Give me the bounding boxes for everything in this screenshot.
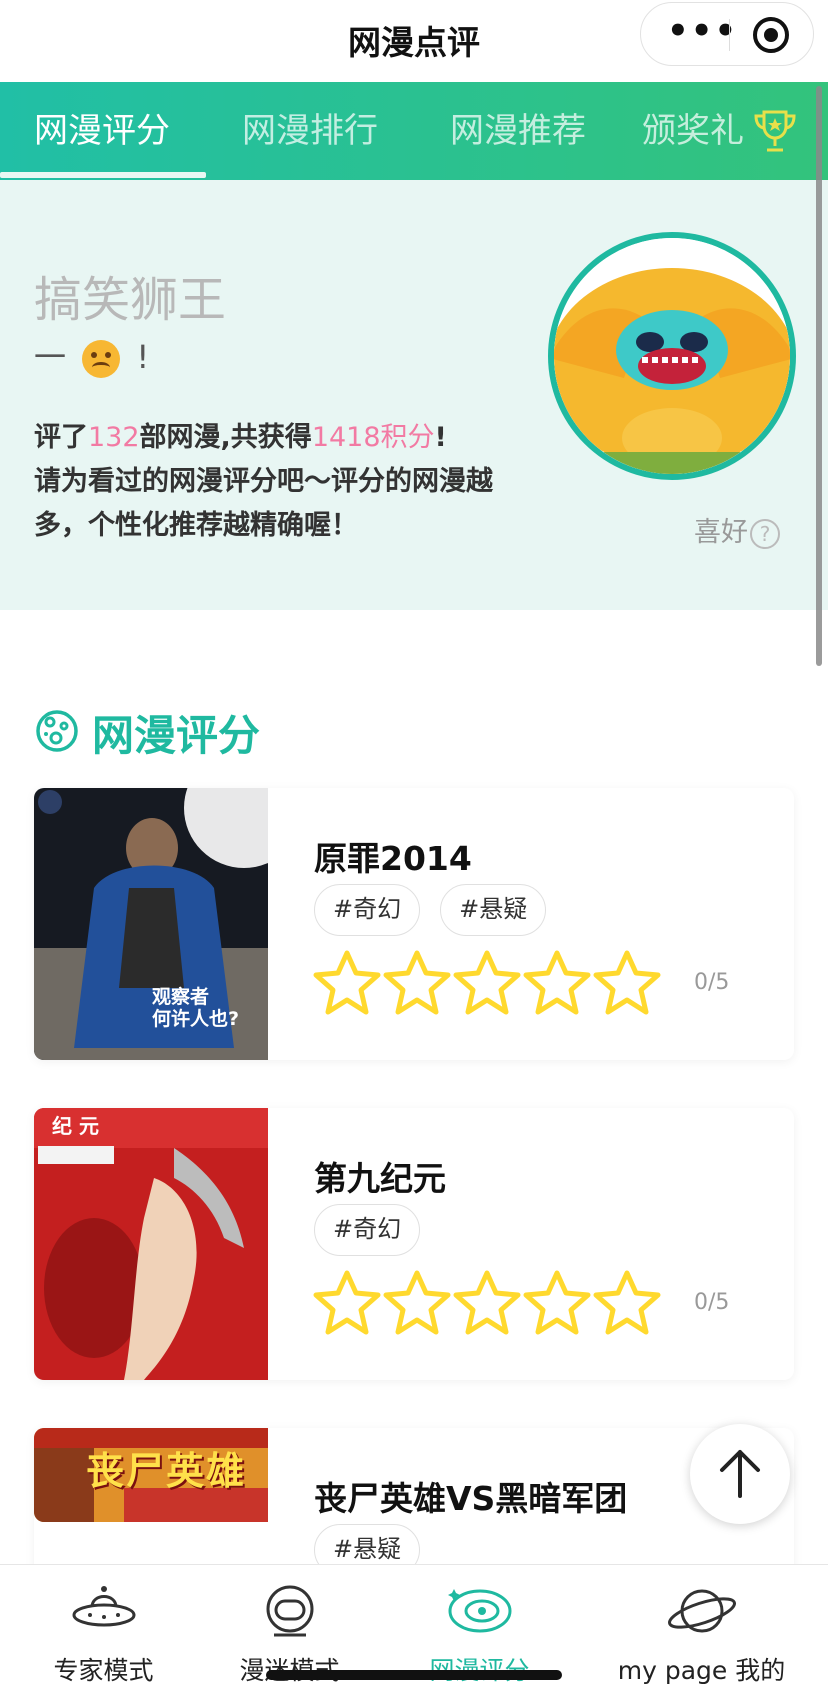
astronaut-icon <box>266 1585 314 1637</box>
comic-card[interactable]: 观察者 何许人也? 原罪2014 #奇幻 #悬疑 0/5 <box>34 788 794 1060</box>
miniprogram-capsule: ••• <box>640 2 814 66</box>
nav-expert-mode[interactable]: 专家模式 <box>0 1565 207 1698</box>
tab-recommend[interactable]: 网漫推荐 <box>450 82 586 180</box>
tag[interactable]: #奇幻 <box>314 884 421 936</box>
star-icon[interactable] <box>382 1268 452 1338</box>
stats-text: 评了 <box>34 422 88 453</box>
comic-title: 第九纪元 <box>314 1159 446 1198</box>
upside-down-face-icon <box>82 340 121 378</box>
tag[interactable]: #奇幻 <box>314 1204 421 1256</box>
preference-button[interactable]: 喜好? <box>694 510 780 549</box>
mood-line: 一 ! <box>34 332 149 378</box>
preference-label: 喜好 <box>694 517 748 548</box>
stats-text: ! <box>434 422 447 453</box>
nav-label: 漫迷模式 <box>186 1651 393 1687</box>
close-icon[interactable] <box>753 17 789 53</box>
cover-image <box>34 1108 268 1380</box>
rated-count: 132 <box>88 422 140 453</box>
star-icon[interactable] <box>312 1268 382 1338</box>
rating-stats: 评了132部网漫,共获得1418积分! 请为看过的网漫评分吧～评分的网漫越多，个… <box>34 416 534 548</box>
scrollbar[interactable] <box>816 86 822 666</box>
arrow-up-icon <box>720 1450 760 1498</box>
star-icon[interactable] <box>522 1268 592 1338</box>
tab-ranking[interactable]: 网漫排行 <box>242 82 378 180</box>
comic-title: 丧尸英雄VS黑暗军团 <box>314 1479 628 1518</box>
star-icon[interactable] <box>522 948 592 1018</box>
comic-cover[interactable]: 丧尸英雄 <box>34 1428 268 1522</box>
star-icon[interactable] <box>592 948 662 1018</box>
section-title: 网漫评分 <box>92 711 261 760</box>
nav-label: my page 我的 <box>617 1656 786 1685</box>
tag-list: #奇幻 <box>314 1204 440 1256</box>
tag-list: #奇幻 #悬疑 <box>314 884 566 936</box>
back-to-top-button[interactable] <box>690 1424 790 1524</box>
nav-my-page[interactable]: my page 我的 <box>598 1565 805 1698</box>
star-icon[interactable] <box>592 1268 662 1338</box>
cover-caption: 观察者 何许人也? <box>152 986 240 1030</box>
more-icon[interactable]: ••• <box>667 14 736 50</box>
star-icon[interactable] <box>452 1268 522 1338</box>
tab-awards[interactable]: 颁奖礼 <box>642 82 744 180</box>
mood-suffix: ! <box>136 338 150 376</box>
mood-prefix: 一 <box>34 338 67 376</box>
top-tab-bar: 网漫评分 网漫排行 网漫推荐 颁奖礼 <box>0 82 828 180</box>
lion-mascot-image <box>554 238 790 474</box>
nav-label: 专家模式 <box>53 1656 154 1685</box>
username: 搞笑狮王 <box>34 272 227 328</box>
star-icon[interactable] <box>312 948 382 1018</box>
tag[interactable]: #悬疑 <box>440 884 547 936</box>
comic-title: 原罪2014 <box>314 839 472 878</box>
moon-icon <box>36 710 78 752</box>
home-indicator <box>266 1670 562 1680</box>
points-value: 1418积分 <box>311 422 435 453</box>
comic-cover[interactable]: 观察者 何许人也? <box>34 788 268 1060</box>
capsule-divider <box>729 19 730 51</box>
trophy-icon[interactable] <box>752 108 798 156</box>
score-text: 0/5 <box>694 970 730 995</box>
cover-caption: 纪 元 <box>52 1114 99 1138</box>
galaxy-icon <box>448 1589 512 1633</box>
title-bar: 网漫点评 ••• <box>0 0 828 82</box>
tab-rating[interactable]: 网漫评分 <box>34 82 170 180</box>
star-icon[interactable] <box>382 948 452 1018</box>
comic-card[interactable]: 纪 元 第九纪元 #奇幻 0/5 <box>34 1108 794 1380</box>
stats-hint: 请为看过的网漫评分吧～评分的网漫越多，个性化推荐越精确喔！ <box>34 466 493 541</box>
active-tab-indicator <box>0 172 206 178</box>
stats-text: 部网漫,共获得 <box>139 422 312 453</box>
nav-label: 网漫评分 <box>376 1651 583 1687</box>
star-icon[interactable] <box>452 948 522 1018</box>
user-summary: 搞笑狮王 一 ! 评了132部网漫,共获得1418积分! 请为看过的网漫评分吧～… <box>0 180 828 610</box>
ufo-icon <box>72 1586 136 1627</box>
help-icon[interactable]: ? <box>750 518 780 549</box>
comic-cover[interactable]: 纪 元 <box>34 1108 268 1380</box>
score-text: 0/5 <box>694 1290 730 1315</box>
planet-icon <box>668 1589 736 1633</box>
avatar[interactable] <box>548 232 796 480</box>
cover-caption: 丧尸英雄 <box>86 1449 247 1493</box>
